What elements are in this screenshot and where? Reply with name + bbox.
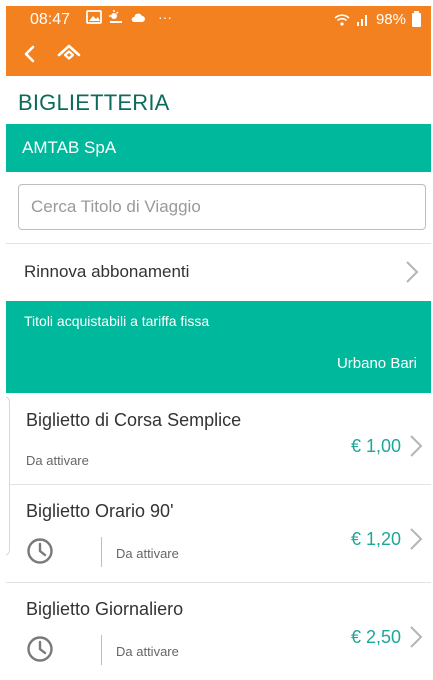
search-input[interactable] <box>18 184 426 230</box>
chevron-right-icon <box>410 435 423 457</box>
home-icon[interactable] <box>56 42 82 66</box>
weather-icon <box>109 10 122 23</box>
separator <box>101 635 102 665</box>
signal-icon <box>356 14 367 26</box>
company-banner: AMTAB SpA <box>6 124 431 172</box>
ticket-status: Da attivare <box>26 453 89 468</box>
ticket-price: € 1,20 <box>350 529 401 549</box>
chevron-right-icon <box>406 261 419 283</box>
battery-percent: 98% <box>375 11 406 28</box>
ticket-status: Da attivare <box>116 546 179 561</box>
more-notifications: ··· <box>158 9 172 25</box>
ticket-name: Biglietto di Corsa Semplice <box>26 410 242 430</box>
chevron-right-icon <box>410 626 423 648</box>
page-title: BIGLIETTERIA <box>18 90 170 115</box>
ticket-row[interactable]: Biglietto Giornaliero Da attivare € 2,50 <box>6 583 431 679</box>
ticket-price: € 1,00 <box>350 436 401 456</box>
nav-row <box>6 40 431 72</box>
battery-icon <box>412 10 421 27</box>
ticket-row[interactable]: Biglietto Orario 90' Da attivare € 1,20 <box>6 485 431 581</box>
status-time: 08:47 <box>30 11 71 28</box>
app-bar: 08:47 ··· 98% <box>6 6 431 76</box>
status-right: 98% <box>334 10 421 28</box>
ticket-name: Biglietto Orario 90' <box>26 501 174 521</box>
fixed-fare-section-header: Titoli acquistabili a tariffa fissa Urba… <box>6 301 431 393</box>
wifi-icon <box>334 13 350 26</box>
clock-icon <box>27 636 53 662</box>
fixed-fare-title: Titoli acquistabili a tariffa fissa <box>24 313 210 329</box>
back-arrow-icon[interactable] <box>18 42 42 66</box>
side-drawer-handle[interactable] <box>6 396 10 556</box>
notification-icons: ··· <box>86 9 172 25</box>
ticket-row[interactable]: Biglietto di Corsa Semplice Da attivare … <box>6 394 431 490</box>
renew-label: Rinnova abbonamenti <box>24 262 190 281</box>
ticket-status: Da attivare <box>116 644 179 659</box>
renew-subscriptions-row[interactable]: Rinnova abbonamenti <box>6 244 431 300</box>
chevron-right-icon <box>410 528 423 550</box>
cloud-icon <box>131 13 145 22</box>
status-bar: 08:47 ··· 98% <box>6 6 431 36</box>
image-icon <box>86 10 102 24</box>
app-screen: 08:47 ··· 98% BIGLIETTERIA AMTAB SpA Rin… <box>6 6 431 680</box>
separator <box>101 537 102 567</box>
area-label: Urbano Bari <box>336 355 417 372</box>
clock-icon <box>27 538 53 564</box>
ticket-name: Biglietto Giornaliero <box>26 599 184 619</box>
ticket-price: € 2,50 <box>350 627 401 647</box>
